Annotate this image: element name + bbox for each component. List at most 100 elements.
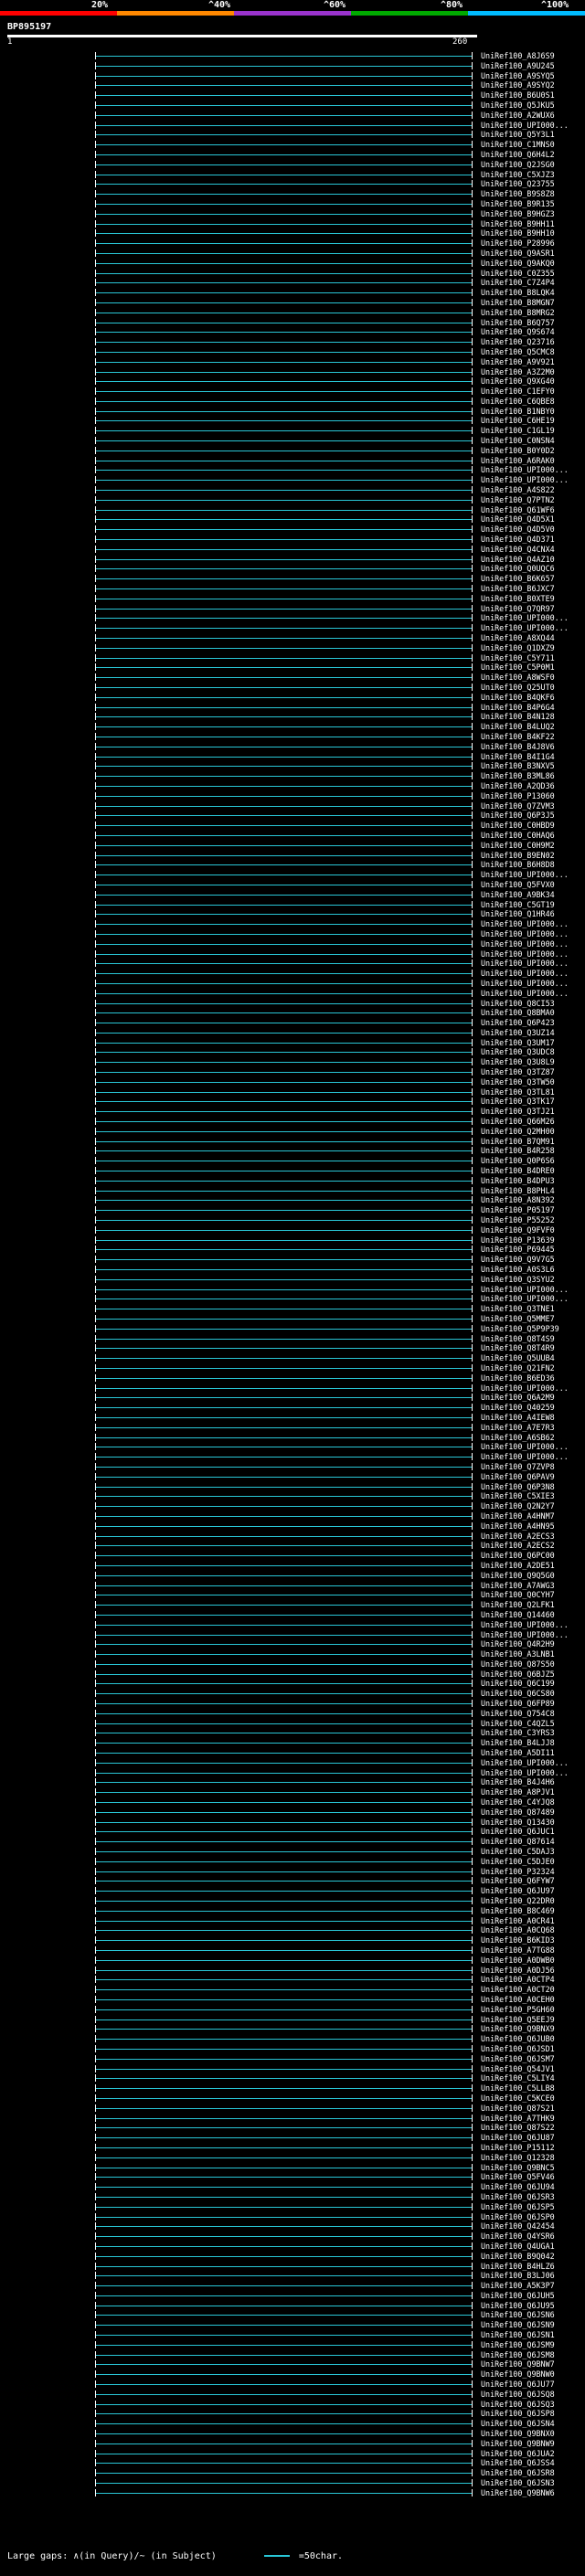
alignment-row[interactable]: UniRef100_Q8T4R9 xyxy=(0,1343,585,1353)
alignment-bar[interactable] xyxy=(95,2354,472,2356)
alignment-row[interactable]: UniRef100_Q6JU94 xyxy=(0,2182,585,2192)
subject-link[interactable]: UniRef100_Q6C199 xyxy=(481,1679,555,1689)
alignment-row[interactable]: UniRef100_UPI000... xyxy=(0,613,585,623)
subject-link[interactable]: UniRef100_UPI000... xyxy=(481,1452,569,1462)
alignment-row[interactable]: UniRef100_B4LJJ8 xyxy=(0,1738,585,1748)
alignment-row[interactable]: UniRef100_C5DAJ3 xyxy=(0,1847,585,1857)
alignment-row[interactable]: UniRef100_Q6JSN9 xyxy=(0,2320,585,2330)
subject-link[interactable]: UniRef100_A8PJV1 xyxy=(481,1787,555,1797)
subject-link[interactable]: UniRef100_C5LIY4 xyxy=(481,2073,555,2083)
subject-link[interactable]: UniRef100_B4J4H6 xyxy=(481,1777,555,1787)
alignment-row[interactable]: UniRef100_A8WSF0 xyxy=(0,673,585,683)
alignment-bar[interactable] xyxy=(95,223,472,225)
subject-link[interactable]: UniRef100_Q2N2Y7 xyxy=(481,1501,555,1511)
subject-link[interactable]: UniRef100_Q0CYH7 xyxy=(481,1590,555,1600)
subject-link[interactable]: UniRef100_Q8T4S9 xyxy=(481,1334,555,1344)
alignment-row[interactable]: UniRef100_UPI000... xyxy=(0,1285,585,1295)
alignment-bar[interactable] xyxy=(95,2196,472,2198)
alignment-bar[interactable] xyxy=(95,1614,472,1616)
alignment-row[interactable]: UniRef100_Q6JSQ3 xyxy=(0,2400,585,2410)
subject-link[interactable]: UniRef100_B4DRE0 xyxy=(481,1166,555,1176)
subject-link[interactable]: UniRef100_B4P6G4 xyxy=(481,703,555,713)
subject-link[interactable]: UniRef100_A0CEH0 xyxy=(481,1995,555,2005)
alignment-row[interactable]: UniRef100_B8MGN7 xyxy=(0,298,585,308)
subject-link[interactable]: UniRef100_B9R135 xyxy=(481,199,555,209)
alignment-bar[interactable] xyxy=(95,578,472,580)
alignment-bar[interactable] xyxy=(95,844,472,846)
alignment-row[interactable]: UniRef100_Q25UT0 xyxy=(0,683,585,693)
alignment-bar[interactable] xyxy=(95,1328,472,1330)
alignment-row[interactable]: UniRef100_A0CT20 xyxy=(0,1985,585,1995)
alignment-row[interactable]: UniRef100_Q6JSP8 xyxy=(0,2409,585,2419)
subject-link[interactable]: UniRef100_C0HAQ6 xyxy=(481,831,555,841)
alignment-bar[interactable] xyxy=(95,1605,472,1606)
subject-link[interactable]: UniRef100_B9S8Z8 xyxy=(481,189,555,199)
alignment-bar[interactable] xyxy=(95,1476,472,1478)
subject-link[interactable]: UniRef100_B4KF22 xyxy=(481,732,555,742)
alignment-bar[interactable] xyxy=(95,2423,472,2425)
alignment-row[interactable]: UniRef100_C6QBE8 xyxy=(0,397,585,407)
alignment-bar[interactable] xyxy=(95,1121,472,1123)
alignment-bar[interactable] xyxy=(95,2492,472,2494)
alignment-bar[interactable] xyxy=(95,766,472,768)
alignment-bar[interactable] xyxy=(95,2029,472,2030)
alignment-row[interactable]: UniRef100_Q6JSR3 xyxy=(0,2192,585,2202)
alignment-bar[interactable] xyxy=(95,1032,472,1034)
alignment-bar[interactable] xyxy=(95,2226,472,2228)
subject-link[interactable]: UniRef100_Q6JSM8 xyxy=(481,2350,555,2360)
alignment-bar[interactable] xyxy=(95,2058,472,2060)
alignment-row[interactable]: UniRef100_Q6A2M9 xyxy=(0,1393,585,1403)
alignment-row[interactable]: UniRef100_B9EN02 xyxy=(0,851,585,861)
subject-link[interactable]: UniRef100_P13639 xyxy=(481,1235,555,1246)
alignment-bar[interactable] xyxy=(95,95,472,97)
alignment-bar[interactable] xyxy=(95,854,472,856)
alignment-row[interactable]: UniRef100_A2WUX6 xyxy=(0,111,585,121)
alignment-row[interactable]: UniRef100_C5XJZ3 xyxy=(0,170,585,180)
alignment-bar[interactable] xyxy=(95,1288,472,1290)
subject-link[interactable]: UniRef100_Q1DXZ9 xyxy=(481,643,555,653)
alignment-row[interactable]: UniRef100_UPI000... xyxy=(0,121,585,131)
alignment-row[interactable]: UniRef100_Q6P423 xyxy=(0,1018,585,1028)
alignment-bar[interactable] xyxy=(95,499,472,501)
alignment-bar[interactable] xyxy=(95,1624,472,1626)
alignment-row[interactable]: UniRef100_C1MNS0 xyxy=(0,140,585,150)
subject-link[interactable]: UniRef100_UPI000... xyxy=(481,1630,569,1640)
alignment-bar[interactable] xyxy=(95,1821,472,1823)
alignment-bar[interactable] xyxy=(95,1358,472,1360)
subject-link[interactable]: UniRef100_Q5P9P39 xyxy=(481,1324,559,1334)
alignment-row[interactable]: UniRef100_C5GT19 xyxy=(0,900,585,910)
alignment-bar[interactable] xyxy=(95,1249,472,1251)
alignment-bar[interactable] xyxy=(95,1860,472,1862)
alignment-bar[interactable] xyxy=(95,1200,472,1202)
subject-link[interactable]: UniRef100_A0CQ68 xyxy=(481,1925,555,1935)
alignment-bar[interactable] xyxy=(95,558,472,560)
alignment-bar[interactable] xyxy=(95,795,472,797)
alignment-row[interactable]: UniRef100_A2ECS2 xyxy=(0,1541,585,1551)
subject-link[interactable]: UniRef100_B8LQK4 xyxy=(481,288,555,298)
alignment-bar[interactable] xyxy=(95,351,472,353)
subject-link[interactable]: UniRef100_Q3UZ14 xyxy=(481,1028,555,1038)
subject-link[interactable]: UniRef100_B6ED36 xyxy=(481,1373,555,1383)
subject-link[interactable]: UniRef100_Q3TZ87 xyxy=(481,1067,555,1077)
subject-link[interactable]: UniRef100_A7AWG3 xyxy=(481,1581,555,1591)
alignment-row[interactable]: UniRef100_C4YJQ8 xyxy=(0,1797,585,1807)
alignment-row[interactable]: UniRef100_Q6H4L2 xyxy=(0,150,585,160)
alignment-row[interactable]: UniRef100_Q9FVF0 xyxy=(0,1225,585,1235)
subject-link[interactable]: UniRef100_Q21FN2 xyxy=(481,1363,555,1373)
alignment-bar[interactable] xyxy=(95,509,472,511)
alignment-row[interactable]: UniRef100_UPI000... xyxy=(0,1758,585,1768)
subject-link[interactable]: UniRef100_A8N392 xyxy=(481,1195,555,1205)
alignment-row[interactable]: UniRef100_Q2LFK1 xyxy=(0,1600,585,1610)
subject-link[interactable]: UniRef100_Q54JV1 xyxy=(481,2064,555,2074)
subject-link[interactable]: UniRef100_C5GT19 xyxy=(481,900,555,910)
alignment-bar[interactable] xyxy=(95,302,472,303)
subject-link[interactable]: UniRef100_Q5UUB4 xyxy=(481,1353,555,1363)
alignment-row[interactable]: UniRef100_B9HH10 xyxy=(0,228,585,239)
alignment-bar[interactable] xyxy=(95,1466,472,1468)
subject-link[interactable]: UniRef100_Q6JSN9 xyxy=(481,2320,555,2330)
alignment-bar[interactable] xyxy=(95,1486,472,1488)
subject-link[interactable]: UniRef100_P05197 xyxy=(481,1205,555,1215)
alignment-row[interactable]: UniRef100_B7QM91 xyxy=(0,1137,585,1147)
alignment-bar[interactable] xyxy=(95,608,472,610)
alignment-row[interactable]: UniRef100_Q7ZVM3 xyxy=(0,801,585,811)
